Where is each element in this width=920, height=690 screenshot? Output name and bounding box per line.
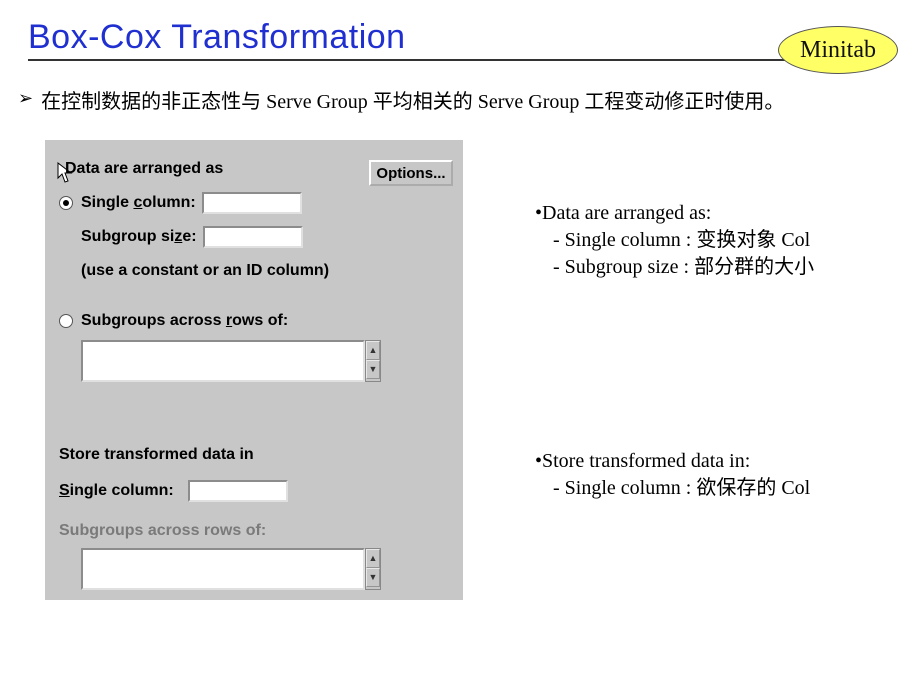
main-bullet-text: 在控制数据的非正态性与 Serve Group 平均相关的 Serve Grou… [41, 85, 784, 114]
spinner-store-subgroups[interactable]: ▲ ▼ [365, 548, 381, 590]
input-subgroup-size[interactable] [203, 226, 303, 248]
label-part: ows of: [232, 312, 288, 329]
spinner-down-icon[interactable]: ▼ [366, 568, 380, 587]
label-part: Single [81, 194, 133, 211]
spinner-subgroups[interactable]: ▲ ▼ [365, 340, 381, 382]
label-data-arranged: Data are arranged as [65, 160, 223, 178]
label-part: ingle column: [70, 482, 174, 499]
annot-line: - Single column : 变换对象 Col [535, 227, 814, 254]
hint-text: (use a constant or an ID column) [81, 262, 329, 280]
label-store-subgroups-disabled: Subgroups across rows of: [59, 522, 266, 540]
input-single-column[interactable] [202, 192, 302, 214]
label-part: S [59, 482, 70, 499]
main-bullet: ➢ 在控制数据的非正态性与 Serve Group 平均相关的 Serve Gr… [0, 61, 920, 114]
label-single-column: Single column: [81, 194, 196, 212]
annot-head: •Store transformed data in: [535, 448, 810, 475]
annotation-data-arranged: •Data are arranged as: - Single column :… [535, 200, 814, 281]
minitab-badge: Minitab [778, 26, 898, 74]
label-store-transformed: Store transformed data in [59, 446, 254, 464]
spinner-down-icon[interactable]: ▼ [366, 360, 380, 379]
row-subgroup-size: Subgroup size: [81, 226, 303, 248]
label-part: Subgroups across [81, 312, 226, 329]
label-store-single: Single column: [59, 482, 174, 500]
label-part: Subgroup si [81, 228, 174, 245]
label-part: olumn: [142, 194, 195, 211]
radio-single-column[interactable] [59, 196, 73, 210]
textarea-subgroups-across[interactable] [81, 340, 365, 382]
annot-line: - Subgroup size : 部分群的大小 [535, 254, 814, 281]
annotation-store-transformed: •Store transformed data in: - Single col… [535, 448, 810, 502]
page-title: Box-Cox Transformation [28, 18, 892, 57]
spinner-up-icon[interactable]: ▲ [366, 549, 380, 568]
input-store-single[interactable] [188, 480, 288, 502]
textarea-store-subgroups[interactable] [81, 548, 365, 590]
radio-subgroups-across-row[interactable]: Subgroups across rows of: [59, 312, 288, 330]
label-part: e: [182, 228, 196, 245]
annot-line: - Single column : 欲保存的 Col [535, 475, 810, 502]
row-store-single: Single column: [59, 480, 288, 502]
spinner-up-icon[interactable]: ▲ [366, 341, 380, 360]
radio-single-column-row[interactable]: Single column: [59, 192, 302, 214]
boxcox-dialog: Data are arranged as Options... Single c… [45, 140, 463, 600]
label-subgroups-across: Subgroups across rows of: [81, 312, 288, 330]
label-subgroup-size: Subgroup size: [81, 228, 197, 246]
annot-head: •Data are arranged as: [535, 200, 814, 227]
options-button[interactable]: Options... [369, 160, 453, 186]
title-underline [28, 59, 892, 61]
arrow-right-icon: ➢ [18, 85, 33, 111]
radio-subgroups-across[interactable] [59, 314, 73, 328]
